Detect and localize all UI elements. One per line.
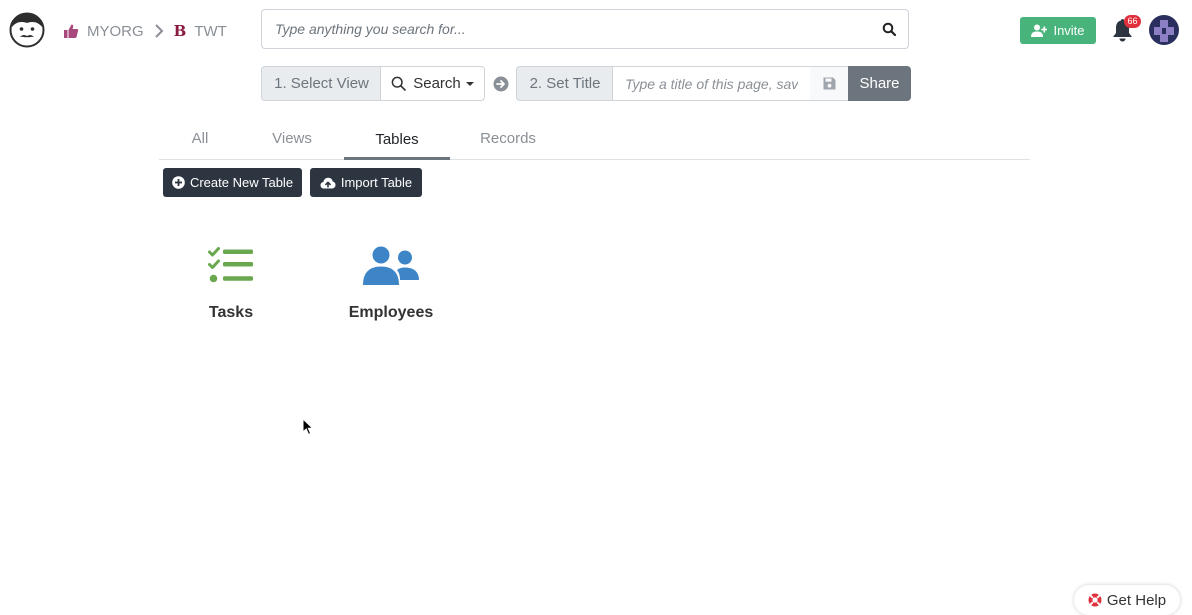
tab-all[interactable]: All bbox=[159, 118, 241, 159]
thumbs-up-icon bbox=[64, 24, 79, 38]
table-card-tasks[interactable]: Tasks bbox=[171, 240, 291, 330]
tab-tables[interactable]: Tables bbox=[344, 118, 450, 160]
user-plus-icon bbox=[1031, 24, 1048, 37]
page-title-input[interactable] bbox=[612, 66, 811, 101]
cloud-upload-icon bbox=[320, 177, 336, 188]
search-icon bbox=[391, 76, 407, 91]
tasks-icon bbox=[208, 247, 253, 283]
table-name-tasks: Tasks bbox=[208, 304, 254, 321]
tab-views[interactable]: Views bbox=[243, 118, 341, 159]
invite-button[interactable]: Invite bbox=[1020, 17, 1096, 44]
global-search bbox=[261, 9, 909, 49]
chevron-right-icon bbox=[154, 24, 164, 38]
share-button[interactable]: Share bbox=[848, 66, 911, 101]
plus-circle-icon bbox=[172, 176, 185, 189]
save-icon bbox=[823, 77, 835, 90]
users-icon bbox=[363, 246, 419, 285]
table-name-employees: Employees bbox=[348, 304, 434, 321]
create-new-table-label: Create New Table bbox=[189, 175, 294, 190]
import-table-label: Import Table bbox=[340, 175, 413, 190]
save-button[interactable] bbox=[810, 66, 849, 101]
caret-down-icon bbox=[465, 81, 474, 86]
project-b-icon: B bbox=[173, 22, 187, 40]
create-new-table-button[interactable]: Create New Table bbox=[163, 168, 302, 197]
breadcrumb-org[interactable]: MYORG bbox=[87, 23, 144, 40]
tab-bar: All Views Tables Records bbox=[159, 118, 1030, 160]
user-avatar-icon bbox=[1154, 20, 1174, 42]
avatar[interactable] bbox=[1149, 15, 1179, 45]
mouse-cursor-icon bbox=[302, 418, 314, 436]
select-view-label: 1. Select View bbox=[261, 66, 381, 101]
set-title-label: 2. Set Title bbox=[516, 66, 613, 101]
app-logo-icon[interactable] bbox=[9, 12, 45, 48]
search-input[interactable] bbox=[262, 10, 882, 48]
view-dropdown[interactable]: Search bbox=[380, 66, 485, 101]
breadcrumb-project[interactable]: TWT bbox=[194, 23, 226, 40]
view-dropdown-label: Search bbox=[413, 75, 461, 92]
breadcrumb: MYORG B TWT bbox=[63, 21, 227, 41]
invite-label: Invite bbox=[1053, 23, 1085, 38]
arrow-circle-right-icon bbox=[493, 76, 509, 92]
table-card-employees[interactable]: Employees bbox=[331, 240, 451, 330]
life-ring-icon bbox=[1088, 593, 1102, 607]
import-table-button[interactable]: Import Table bbox=[310, 168, 422, 197]
notification-badge: 66 bbox=[1124, 15, 1141, 28]
search-icon[interactable] bbox=[882, 22, 896, 36]
get-help-label: Get Help bbox=[1106, 591, 1167, 609]
get-help-button[interactable]: Get Help bbox=[1074, 585, 1180, 615]
tab-records[interactable]: Records bbox=[453, 118, 563, 159]
